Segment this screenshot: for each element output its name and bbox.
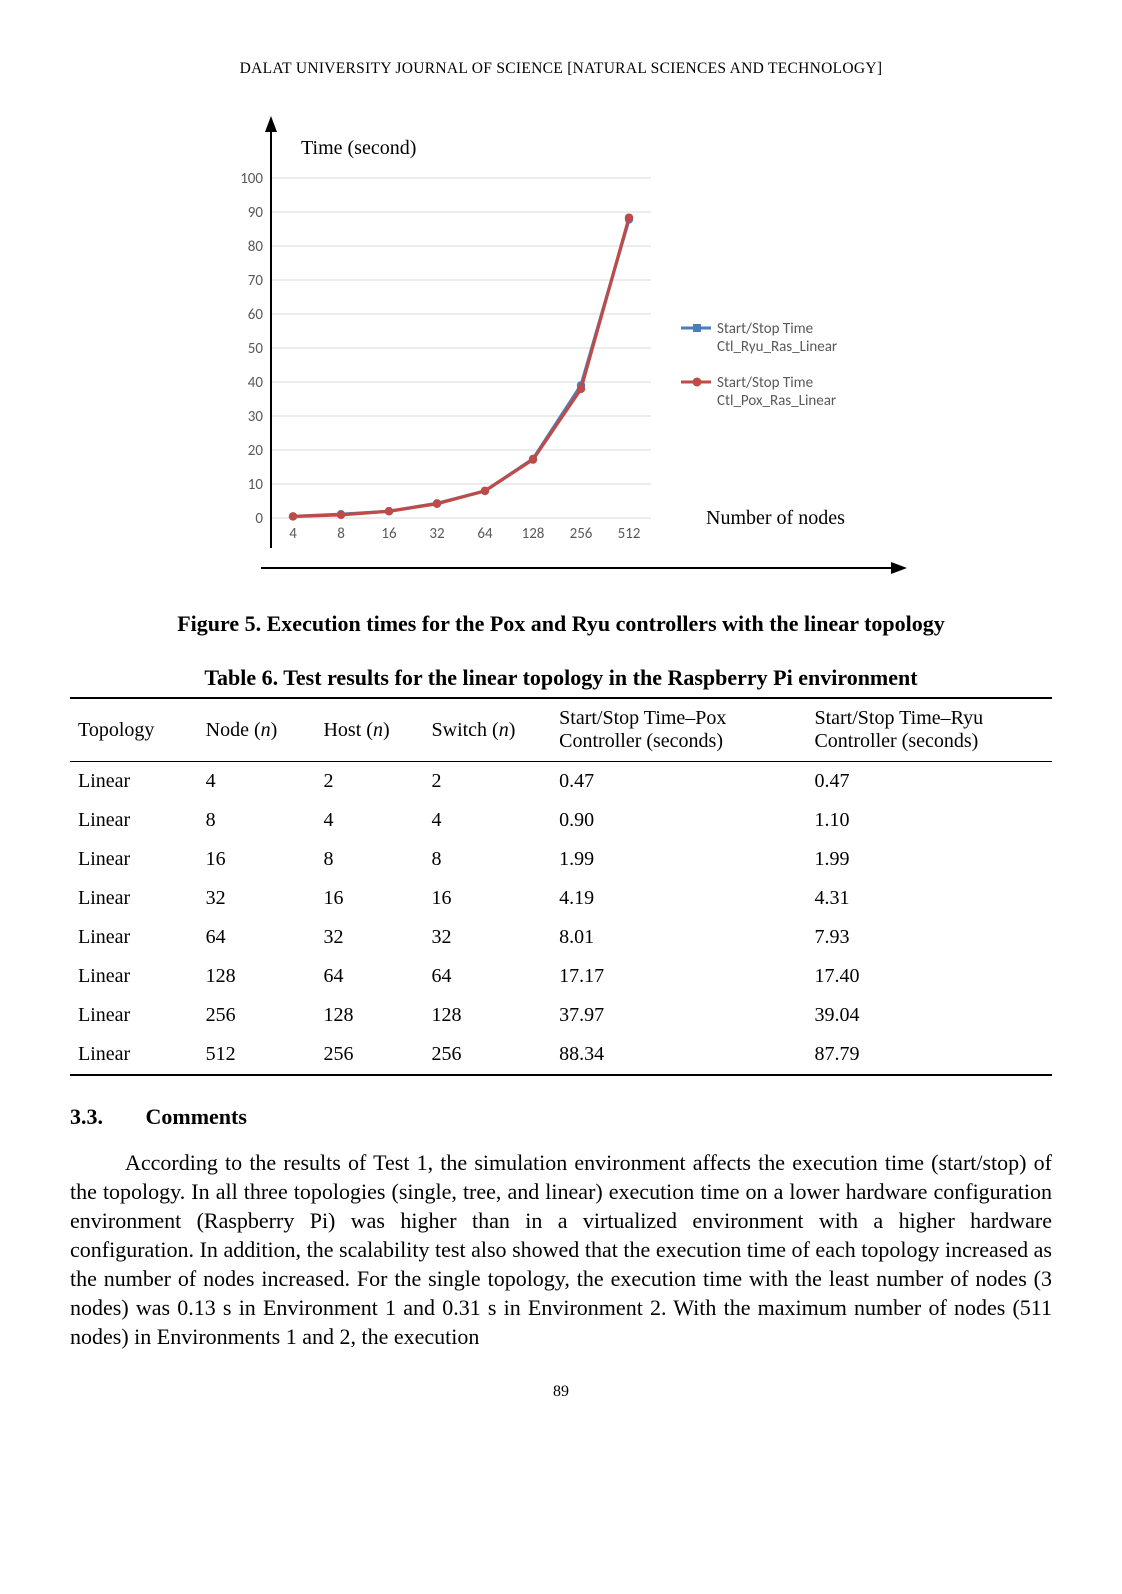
- svg-text:Ctl_Ryu_Ras_Linear: Ctl_Ryu_Ras_Linear: [717, 338, 837, 356]
- table-cell: 64: [424, 957, 552, 996]
- svg-text:64: 64: [477, 525, 493, 543]
- svg-text:Ctl_Pox_Ras_Linear: Ctl_Pox_Ras_Linear: [717, 392, 836, 410]
- svg-text:Start/Stop Time: Start/Stop Time: [717, 320, 813, 338]
- svg-text:90: 90: [248, 204, 264, 222]
- table-cell: 4: [315, 801, 423, 840]
- section-heading: 3.3. Comments: [70, 1104, 1052, 1130]
- table-cell: 128: [424, 996, 552, 1035]
- table-header: Node (n): [198, 698, 316, 762]
- svg-text:80: 80: [248, 238, 264, 256]
- table-row: Linear4220.470.47: [70, 762, 1052, 802]
- table-cell: Linear: [70, 762, 198, 802]
- table-cell: 0.47: [806, 762, 1052, 802]
- table-cell: 16: [424, 879, 552, 918]
- table-cell: Linear: [70, 840, 198, 879]
- results-table: TopologyNode (n)Host (n)Switch (n)Start/…: [70, 697, 1052, 1076]
- table-cell: 8: [424, 840, 552, 879]
- table-cell: 256: [424, 1035, 552, 1075]
- table-row: Linear128646417.1717.40: [70, 957, 1052, 996]
- table-cell: 7.93: [806, 918, 1052, 957]
- table-cell: 37.97: [551, 996, 806, 1035]
- table-cell: Linear: [70, 801, 198, 840]
- table-cell: 17.17: [551, 957, 806, 996]
- table-header: Switch (n): [424, 698, 552, 762]
- svg-text:512: 512: [618, 525, 641, 543]
- svg-text:30: 30: [248, 408, 264, 426]
- table-cell: Linear: [70, 996, 198, 1035]
- svg-text:50: 50: [248, 340, 264, 358]
- running-header: DALAT UNIVERSITY JOURNAL OF SCIENCE [NAT…: [70, 60, 1052, 78]
- table-header: Start/Stop Time–Ryu Controller (seconds): [806, 698, 1052, 762]
- table-cell: 128: [315, 996, 423, 1035]
- table-row: Linear8440.901.10: [70, 801, 1052, 840]
- svg-text:0: 0: [255, 510, 263, 528]
- table-cell: 88.34: [551, 1035, 806, 1075]
- svg-text:8: 8: [337, 525, 345, 543]
- table-row: Linear16881.991.99: [70, 840, 1052, 879]
- section-number: 3.3.: [70, 1104, 140, 1130]
- table-cell: 4.19: [551, 879, 806, 918]
- svg-text:Start/Stop Time: Start/Stop Time: [717, 374, 813, 392]
- table-cell: 4: [198, 762, 316, 802]
- table-cell: Linear: [70, 957, 198, 996]
- table-cell: 16: [198, 840, 316, 879]
- body-paragraph: According to the results of Test 1, the …: [70, 1148, 1052, 1351]
- table-cell: 39.04: [806, 996, 1052, 1035]
- table-cell: 256: [198, 996, 316, 1035]
- figure-5-chart: 0 10 20 30 40 50 60 70 80 90 100 4 8 16 32 64 128 256 512 T…: [181, 108, 941, 593]
- table-cell: Linear: [70, 879, 198, 918]
- table-cell: 256: [315, 1035, 423, 1075]
- table-cell: 8: [198, 801, 316, 840]
- svg-text:60: 60: [248, 306, 264, 324]
- table-row: Linear51225625688.3487.79: [70, 1035, 1052, 1075]
- table-cell: 64: [198, 918, 316, 957]
- table-cell: 32: [424, 918, 552, 957]
- svg-text:Time (second): Time (second): [301, 137, 416, 159]
- table-cell: Linear: [70, 918, 198, 957]
- page-number: 89: [70, 1383, 1052, 1401]
- table-cell: Linear: [70, 1035, 198, 1075]
- table-cell: 0.47: [551, 762, 806, 802]
- table-cell: 64: [315, 957, 423, 996]
- svg-text:100: 100: [240, 170, 263, 188]
- section-title: Comments: [146, 1104, 247, 1129]
- table-cell: 2: [315, 762, 423, 802]
- table-cell: 32: [315, 918, 423, 957]
- svg-text:Number of nodes: Number of nodes: [706, 507, 845, 529]
- table-cell: 2: [424, 762, 552, 802]
- table-header: Start/Stop Time–Pox Controller (seconds): [551, 698, 806, 762]
- figure-caption: Figure 5. Execution times for the Pox an…: [70, 611, 1052, 637]
- table-cell: 32: [198, 879, 316, 918]
- svg-text:16: 16: [381, 525, 397, 543]
- svg-text:70: 70: [248, 272, 264, 290]
- table-row: Linear3216164.194.31: [70, 879, 1052, 918]
- table-row: Linear25612812837.9739.04: [70, 996, 1052, 1035]
- svg-text:20: 20: [248, 442, 264, 460]
- svg-text:40: 40: [248, 374, 264, 392]
- table-header: Host (n): [315, 698, 423, 762]
- table-cell: 17.40: [806, 957, 1052, 996]
- table-cell: 512: [198, 1035, 316, 1075]
- svg-text:4: 4: [289, 525, 297, 543]
- table-cell: 16: [315, 879, 423, 918]
- table-header: Topology: [70, 698, 198, 762]
- table-cell: 8: [315, 840, 423, 879]
- table-caption: Table 6. Test results for the linear top…: [70, 665, 1052, 691]
- table-row: Linear6432328.017.93: [70, 918, 1052, 957]
- table-cell: 4.31: [806, 879, 1052, 918]
- svg-text:128: 128: [522, 525, 545, 543]
- table-cell: 8.01: [551, 918, 806, 957]
- table-cell: 128: [198, 957, 316, 996]
- table-cell: 1.99: [551, 840, 806, 879]
- svg-text:256: 256: [570, 525, 593, 543]
- table-cell: 1.10: [806, 801, 1052, 840]
- table-cell: 1.99: [806, 840, 1052, 879]
- svg-text:32: 32: [429, 525, 444, 543]
- table-cell: 0.90: [551, 801, 806, 840]
- table-cell: 4: [424, 801, 552, 840]
- svg-text:10: 10: [248, 476, 264, 494]
- table-cell: 87.79: [806, 1035, 1052, 1075]
